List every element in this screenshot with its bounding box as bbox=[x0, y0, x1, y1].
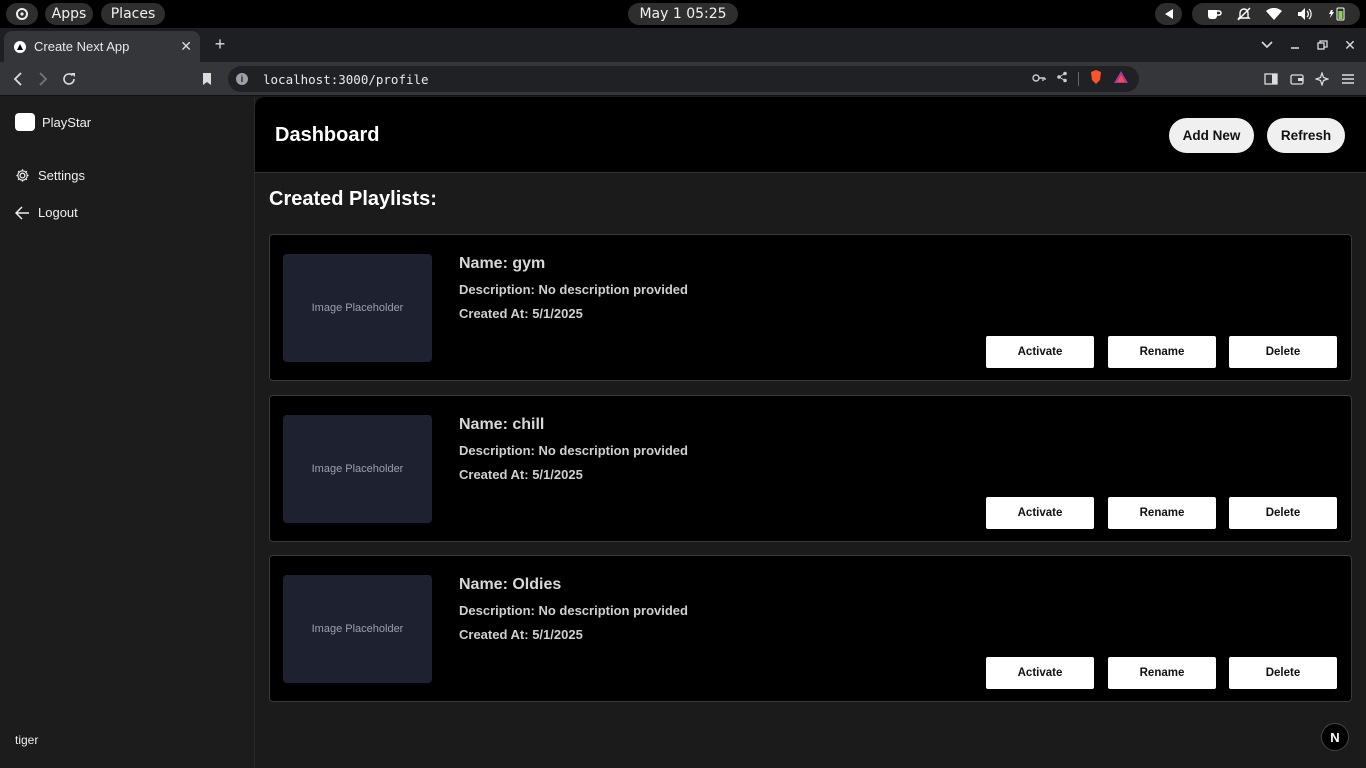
browser-toolbar: i localhost:3000/profile bbox=[0, 62, 1366, 96]
rename-button[interactable]: Rename bbox=[1108, 497, 1216, 529]
clock[interactable]: May 1 05:25 bbox=[628, 3, 738, 25]
brand-name: PlayStar bbox=[42, 114, 92, 130]
playstar-logo-icon bbox=[15, 113, 35, 131]
play-reverse-icon bbox=[1164, 9, 1173, 19]
tab-list-chevron-down-icon[interactable] bbox=[1258, 36, 1276, 54]
nextjs-dev-indicator[interactable]: N bbox=[1321, 723, 1349, 751]
window-close-icon[interactable]: ✕ bbox=[1342, 36, 1358, 54]
playlist-description: Description: No description provided bbox=[459, 282, 688, 297]
notifications-off-icon[interactable] bbox=[1237, 7, 1251, 21]
rename-button[interactable]: Rename bbox=[1108, 657, 1216, 689]
address-bar[interactable]: i localhost:3000/profile bbox=[228, 66, 1139, 92]
wifi-icon[interactable] bbox=[1265, 7, 1282, 21]
restore-icon[interactable] bbox=[1314, 36, 1330, 54]
image-placeholder: Image Placeholder bbox=[283, 575, 432, 683]
playlist-card: Image Placeholder Name: Oldies Descripti… bbox=[269, 555, 1352, 702]
nextjs-favicon-icon bbox=[14, 40, 26, 53]
volume-icon[interactable] bbox=[1297, 7, 1313, 21]
app-root: PlayStar Settings Logout tiger Dashboard… bbox=[0, 97, 1366, 768]
activate-button[interactable]: Activate bbox=[986, 497, 1094, 529]
delete-button[interactable]: Delete bbox=[1229, 657, 1337, 689]
key-icon[interactable] bbox=[1032, 70, 1046, 88]
current-user: tiger bbox=[15, 733, 39, 747]
back-icon[interactable] bbox=[8, 69, 28, 89]
main-content: Dashboard Add New Refresh Created Playli… bbox=[255, 97, 1366, 768]
playlist-created-at: Created At: 5/1/2025 bbox=[459, 627, 583, 642]
sidebar-item-label: Logout bbox=[38, 205, 78, 220]
apps-menu[interactable]: Apps bbox=[45, 3, 93, 25]
sidebar: PlayStar Settings Logout tiger bbox=[0, 97, 255, 768]
activate-button[interactable]: Activate bbox=[986, 657, 1094, 689]
activities-button[interactable] bbox=[6, 3, 38, 25]
browser-tab-strip: Create Next App ✕ + ✕ bbox=[0, 28, 1366, 62]
brand[interactable]: PlayStar bbox=[15, 113, 91, 131]
minimize-icon[interactable] bbox=[1287, 36, 1303, 54]
url-text[interactable]: localhost:3000/profile bbox=[263, 72, 1032, 87]
bookmark-icon[interactable] bbox=[197, 69, 217, 89]
playlist-created-at: Created At: 5/1/2025 bbox=[459, 306, 583, 321]
dashboard-header: Dashboard Add New Refresh bbox=[255, 97, 1366, 173]
activate-button[interactable]: Activate bbox=[986, 336, 1094, 368]
playlist-created-at: Created At: 5/1/2025 bbox=[459, 467, 583, 482]
playlist-card: Image Placeholder Name: gym Description:… bbox=[269, 234, 1352, 381]
battery-icon[interactable] bbox=[1328, 7, 1346, 21]
menu-hamburger-icon[interactable] bbox=[1339, 70, 1357, 88]
tab-title: Create Next App bbox=[34, 39, 130, 54]
playlist-description: Description: No description provided bbox=[459, 603, 688, 618]
image-placeholder: Image Placeholder bbox=[283, 415, 432, 523]
section-title: Created Playlists: bbox=[269, 188, 437, 210]
activities-icon bbox=[16, 8, 28, 20]
new-tab-button[interactable]: + bbox=[210, 34, 230, 54]
tab-close-icon[interactable]: ✕ bbox=[180, 38, 192, 55]
playlist-name: Name: Oldies bbox=[459, 576, 562, 593]
sidebar-toggle-icon[interactable] bbox=[1262, 70, 1280, 88]
playlist-description: Description: No description provided bbox=[459, 443, 688, 458]
system-top-bar: Apps Places May 1 05:25 bbox=[0, 0, 1366, 28]
forward-icon[interactable] bbox=[33, 69, 53, 89]
delete-button[interactable]: Delete bbox=[1229, 336, 1337, 368]
image-placeholder: Image Placeholder bbox=[283, 254, 432, 362]
leo-ai-icon[interactable] bbox=[1313, 70, 1331, 88]
coffee-icon[interactable] bbox=[1206, 7, 1222, 21]
add-new-button[interactable]: Add New bbox=[1169, 118, 1254, 153]
sidebar-item-label: Settings bbox=[38, 168, 85, 183]
playlist-card: Image Placeholder Name: chill Descriptio… bbox=[269, 395, 1352, 542]
playlist-name: Name: gym bbox=[459, 255, 546, 272]
brave-shield-icon[interactable] bbox=[1089, 69, 1103, 90]
page-title: Dashboard bbox=[275, 124, 380, 146]
media-control[interactable] bbox=[1155, 3, 1182, 25]
sidebar-item-logout[interactable]: Logout bbox=[15, 205, 78, 220]
wallet-icon[interactable] bbox=[1288, 70, 1306, 88]
browser-tab[interactable]: Create Next App ✕ bbox=[4, 31, 200, 62]
reload-icon[interactable] bbox=[59, 69, 79, 89]
refresh-button[interactable]: Refresh bbox=[1267, 118, 1345, 153]
arrow-left-icon bbox=[15, 205, 29, 220]
places-menu[interactable]: Places bbox=[101, 3, 165, 25]
playlist-name: Name: chill bbox=[459, 416, 545, 433]
site-info-icon[interactable]: i bbox=[236, 73, 248, 85]
rename-button[interactable]: Rename bbox=[1108, 336, 1216, 368]
sidebar-item-settings[interactable]: Settings bbox=[15, 168, 85, 183]
brave-rewards-icon[interactable] bbox=[1113, 70, 1129, 89]
system-tray[interactable] bbox=[1192, 3, 1360, 25]
share-icon[interactable] bbox=[1056, 70, 1068, 88]
delete-button[interactable]: Delete bbox=[1229, 497, 1337, 529]
gear-icon bbox=[16, 169, 29, 182]
